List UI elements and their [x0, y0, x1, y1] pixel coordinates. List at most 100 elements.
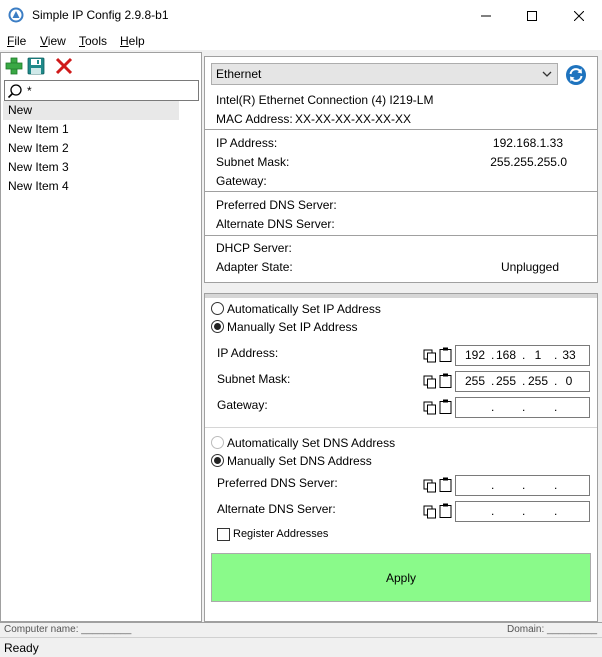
adapter-dropdown[interactable]: Ethernet: [211, 63, 558, 85]
register-addresses-checkbox[interactable]: [217, 528, 230, 541]
manual-dns-label[interactable]: Manually Set DNS Address: [227, 454, 372, 468]
ip-octet[interactable]: 168: [493, 348, 519, 362]
ip-octet[interactable]: 192: [462, 348, 488, 362]
copy-icon[interactable]: [423, 349, 437, 363]
ip-address-label: IP Address:: [217, 346, 279, 360]
gateway-field[interactable]: . . .: [455, 397, 590, 418]
profile-list: New New Item 1 New Item 2 New Item 3 New…: [3, 101, 199, 196]
auto-ip-label[interactable]: Automatically Set IP Address: [227, 302, 381, 316]
subnet-octet[interactable]: 255: [525, 374, 551, 388]
adapter-description: Intel(R) Ethernet Connection (4) I219-LM: [216, 93, 434, 107]
adapter-state-value: Unplugged: [500, 260, 559, 274]
divider: [205, 427, 597, 428]
list-item[interactable]: New Item 1: [3, 120, 199, 139]
subnet-mask-label: Subnet Mask:: [217, 372, 291, 386]
mac-address-label: MAC Address:: [216, 112, 293, 126]
current-subnet-label: Subnet Mask:: [216, 155, 290, 169]
menu-file[interactable]: File: [7, 34, 26, 48]
divider: [205, 235, 597, 236]
search-icon: [7, 84, 22, 99]
manual-ip-radio[interactable]: [211, 320, 224, 333]
minimize-icon: [481, 15, 491, 16]
chevron-down-icon: [542, 71, 552, 77]
paste-icon[interactable]: [439, 347, 452, 362]
copy-icon[interactable]: [423, 401, 437, 415]
copy-icon[interactable]: [423, 375, 437, 389]
auto-ip-radio[interactable]: [211, 302, 224, 315]
list-item[interactable]: New Item 3: [3, 158, 199, 177]
profile-panel: New New Item 1 New Item 2 New Item 3 New…: [0, 52, 202, 622]
current-preferred-dns-label: Preferred DNS Server:: [216, 198, 337, 212]
apply-button[interactable]: Apply: [211, 553, 591, 602]
subnet-octet[interactable]: 255: [462, 374, 488, 388]
adapter-info-panel: Ethernet Intel(R) Ethernet Connection (4…: [204, 56, 598, 283]
ip-config-panel: Automatically Set IP Address Manually Se…: [204, 293, 598, 622]
list-item[interactable]: New Item 4: [3, 177, 199, 196]
divider: [205, 191, 597, 192]
current-gateway-label: Gateway:: [216, 174, 267, 188]
copy-icon[interactable]: [423, 479, 437, 493]
manual-ip-label[interactable]: Manually Set IP Address: [227, 320, 358, 334]
paste-icon[interactable]: [439, 373, 452, 388]
current-subnet-value: 255.255.255.0: [490, 155, 567, 169]
ip-dot: .: [522, 400, 526, 414]
paste-icon[interactable]: [439, 477, 452, 492]
auto-dns-label[interactable]: Automatically Set DNS Address: [227, 436, 395, 450]
maximize-icon: [527, 10, 537, 21]
preferred-dns-field[interactable]: . . .: [455, 475, 590, 496]
close-icon: [574, 10, 584, 21]
copy-icon[interactable]: [423, 505, 437, 519]
subnet-octet[interactable]: 0: [556, 374, 582, 388]
ip-address-field[interactable]: 192 . 168 . 1 . 33: [455, 345, 590, 366]
alternate-dns-label: Alternate DNS Server:: [217, 502, 336, 516]
dhcp-server-label: DHCP Server:: [216, 241, 292, 255]
refresh-icon[interactable]: [565, 64, 587, 86]
auto-dns-radio[interactable]: [211, 436, 224, 449]
status-bar: Ready: [0, 637, 602, 657]
maximize-button[interactable]: [509, 0, 555, 31]
register-addresses-label[interactable]: Register Addresses: [233, 528, 328, 540]
ip-octet[interactable]: 33: [556, 348, 582, 362]
add-profile-icon[interactable]: [4, 56, 24, 76]
paste-icon[interactable]: [439, 399, 452, 414]
list-item[interactable]: New: [3, 101, 179, 120]
panel-header-strip: [205, 294, 597, 298]
preferred-dns-label: Preferred DNS Server:: [217, 476, 338, 490]
computer-name-text: Computer name: _________: [4, 624, 132, 635]
menu-bar: File View Tools Help: [0, 31, 602, 51]
ip-octet[interactable]: 1: [525, 348, 551, 362]
ip-dot: .: [491, 478, 495, 492]
subnet-octet[interactable]: 255: [493, 374, 519, 388]
save-profile-icon[interactable]: [26, 56, 46, 76]
ip-dot: .: [522, 504, 526, 518]
current-alternate-dns-label: Alternate DNS Server:: [216, 217, 335, 231]
ip-dot: .: [554, 400, 558, 414]
ip-dot: .: [554, 478, 558, 492]
close-window-button[interactable]: [556, 0, 602, 31]
current-ip-label: IP Address:: [216, 136, 278, 150]
alternate-dns-field[interactable]: . . .: [455, 501, 590, 522]
computer-info-bar: Computer name: _________ Domain: _______…: [0, 622, 602, 636]
delete-profile-icon[interactable]: [54, 56, 74, 76]
paste-icon[interactable]: [439, 503, 452, 518]
search-input[interactable]: [27, 82, 195, 99]
menu-help[interactable]: Help: [120, 34, 145, 48]
adapter-selected-value: Ethernet: [216, 67, 262, 81]
status-text: Ready: [4, 641, 39, 655]
domain-text: Domain: _________: [507, 624, 598, 635]
title-bar: Simple IP Config 2.9.8-b1: [0, 0, 602, 31]
menu-tools[interactable]: Tools: [79, 34, 107, 48]
profile-search-box[interactable]: [4, 80, 199, 101]
divider: [205, 129, 597, 130]
minimize-button[interactable]: [463, 0, 509, 31]
window-title: Simple IP Config 2.9.8-b1: [32, 8, 169, 22]
mac-address-value: XX-XX-XX-XX-XX-XX: [295, 112, 412, 126]
manual-dns-radio[interactable]: [211, 454, 224, 467]
menu-view[interactable]: View: [40, 34, 66, 48]
list-item[interactable]: New Item 2: [3, 139, 199, 158]
subnet-mask-field[interactable]: 255 . 255 . 255 . 0: [455, 371, 590, 392]
adapter-panel: Ethernet Intel(R) Ethernet Connection (4…: [204, 56, 598, 622]
gateway-label: Gateway:: [217, 398, 268, 412]
app-logo-icon: [8, 7, 24, 23]
ip-dot: .: [522, 478, 526, 492]
